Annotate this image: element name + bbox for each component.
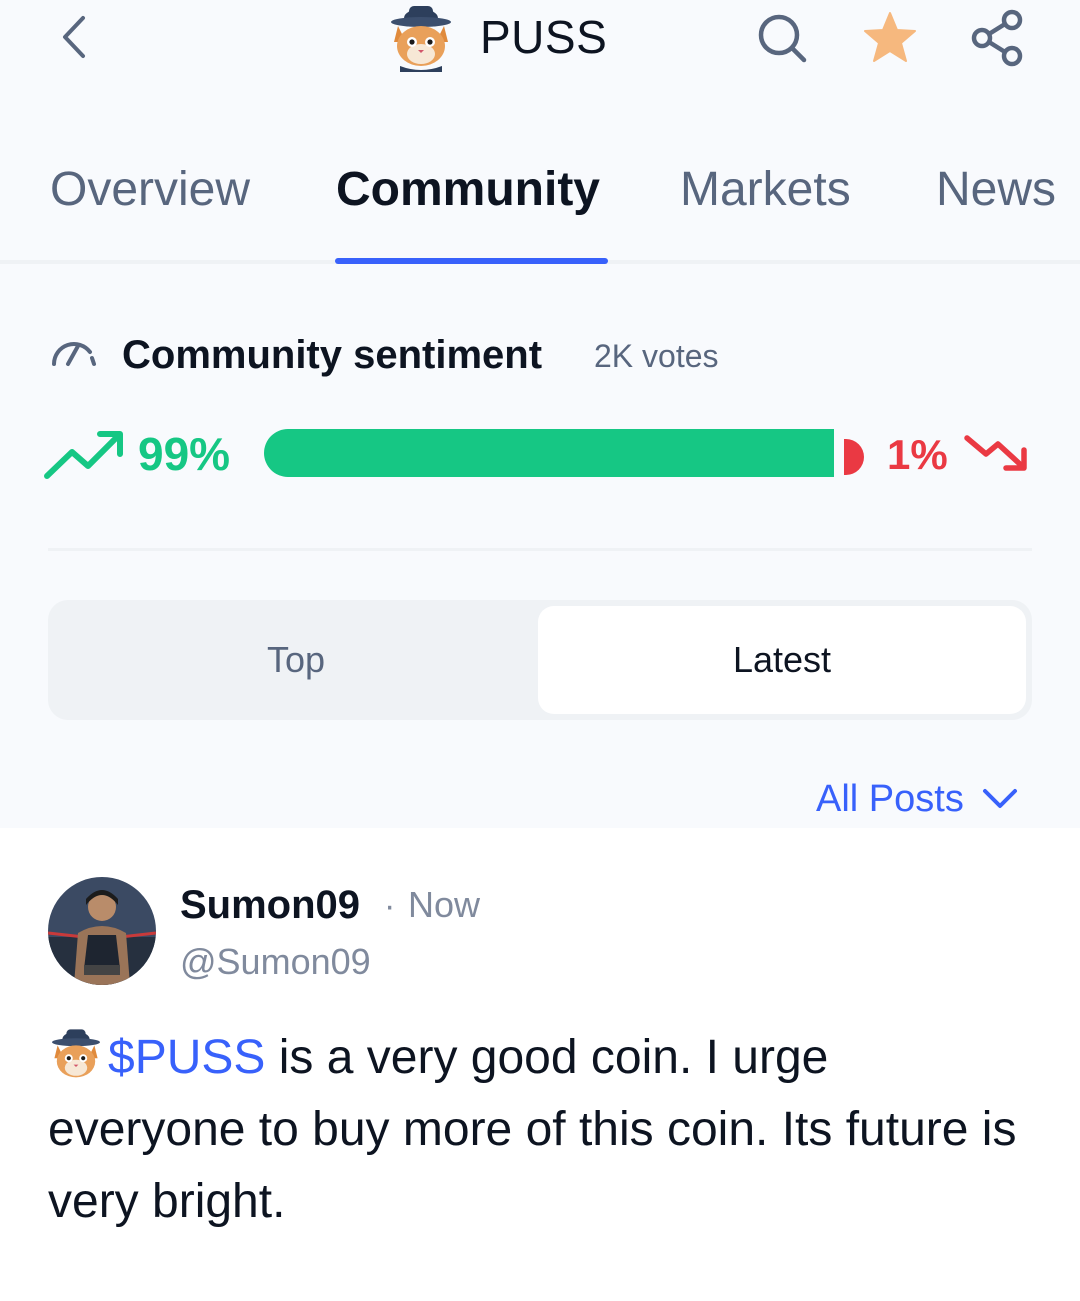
chevron-down-icon — [982, 789, 1017, 808]
trend-down-icon — [964, 435, 1027, 471]
post-filter-dropdown[interactable]: All Posts — [816, 774, 1018, 824]
user-avatar-image — [48, 877, 156, 985]
sentiment-title: Community sentiment — [122, 333, 543, 377]
puss-cat-logo — [52, 1029, 100, 1078]
feed-toggle: Top Latest — [48, 600, 1032, 720]
post-time: Now — [408, 884, 481, 925]
divider — [48, 548, 1032, 551]
bullish-percent: 99% — [138, 428, 231, 480]
share-button[interactable] — [968, 8, 1028, 68]
toggle-top[interactable]: Top — [48, 600, 544, 720]
tab-community[interactable]: Community — [336, 160, 600, 220]
bearish-bar — [844, 439, 864, 475]
bullish-bar — [264, 429, 834, 477]
vote-count: 2K votes — [594, 338, 719, 374]
tab-overview[interactable]: Overview — [50, 160, 250, 220]
tab-news[interactable]: News — [936, 160, 1056, 220]
header: PUSS — [0, 0, 1080, 80]
toggle-latest[interactable]: Latest — [538, 606, 1026, 714]
sentiment-header: Community sentiment 2K votes — [50, 326, 1050, 386]
separator-dot: · — [384, 887, 396, 925]
trend-up-icon — [44, 431, 123, 479]
post-body: $PUSS is a very good coin. I urge everyo… — [48, 1022, 1038, 1238]
active-tab-indicator — [335, 258, 608, 264]
gauge-icon — [52, 342, 96, 366]
sentiment-bar[interactable]: 99% 1% — [44, 420, 1034, 490]
coin-symbol: PUSS — [480, 11, 608, 63]
post-handle[interactable]: @Sumon09 — [180, 938, 371, 986]
bearish-percent: 1% — [887, 431, 948, 478]
avatar[interactable] — [48, 877, 156, 985]
back-button[interactable] — [52, 12, 96, 62]
filter-label: All Posts — [816, 778, 964, 820]
search-icon — [758, 14, 807, 63]
tab-markets[interactable]: Markets — [680, 160, 851, 220]
search-button[interactable] — [752, 8, 812, 68]
chevron-left-icon — [63, 16, 85, 58]
puss-cat-logo — [391, 6, 451, 72]
star-icon — [864, 12, 916, 62]
cashtag-link[interactable]: $PUSS — [108, 1031, 265, 1084]
post-author[interactable]: Sumon09 — [180, 880, 360, 930]
favorite-button[interactable] — [860, 8, 920, 68]
share-icon — [971, 9, 1023, 67]
tab-bar: Overview Community Markets News — [0, 150, 1080, 264]
